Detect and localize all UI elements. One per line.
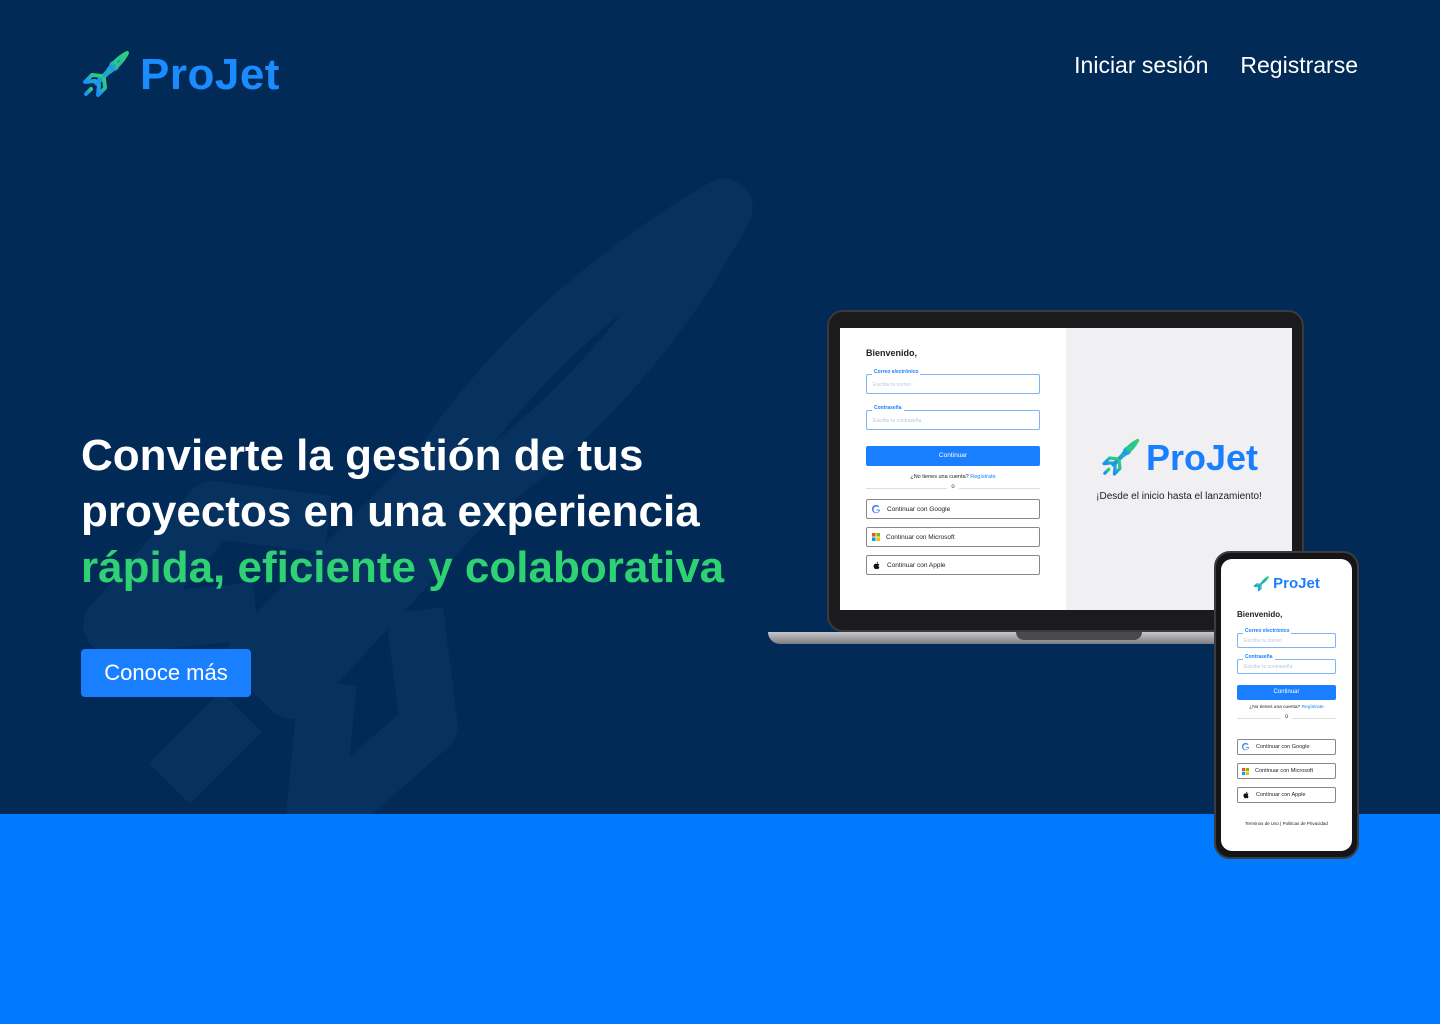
- phone-email-placeholder: Escribe tu correo: [1244, 638, 1282, 644]
- phone-brand-name: ProJet: [1273, 575, 1320, 592]
- phone-welcome-title: Bienvenido,: [1237, 610, 1283, 619]
- signup-prompt: ¿No tienes una cuenta? Regístrate: [866, 474, 1040, 480]
- phone-email-label: Correo electrónico: [1243, 628, 1292, 634]
- headline-line-1: Convierte la gestión de tus: [81, 431, 644, 480]
- phone-signup-prompt: ¿No tienes una cuenta? Regístrate: [1237, 705, 1336, 710]
- laptop-brand: ProJet: [1100, 437, 1258, 479]
- apple-icon: [1243, 791, 1249, 799]
- phone-microsoft-button: Continuar con Microsoft: [1237, 763, 1336, 779]
- apple-icon: [873, 561, 880, 569]
- phone-register-link: Regístrate: [1301, 705, 1324, 710]
- microsoft-label: Continuar con Microsoft: [886, 533, 955, 541]
- laptop-brand-name: ProJet: [1145, 436, 1259, 478]
- google-icon: [1242, 743, 1250, 751]
- phone-or-text: o: [1280, 714, 1293, 720]
- apple-label: Continuar con Apple: [887, 561, 946, 569]
- phone-email-field: Correo electrónico Escribe tu correo: [1237, 628, 1336, 648]
- phone-password-label: Contraseña: [1243, 654, 1275, 660]
- phone-microsoft-label: Continuar con Microsoft: [1255, 768, 1314, 774]
- continue-button: Continuar: [866, 446, 1040, 466]
- phone-mockup: ProJet Bienvenido, Correo electrónico Es…: [1214, 551, 1359, 859]
- headline-line-2: proyectos en una experiencia: [81, 487, 700, 536]
- email-label: Correo electrónico: [872, 369, 921, 375]
- phone-brand: ProJet: [1237, 575, 1336, 592]
- rocket-icon: [1253, 575, 1269, 591]
- google-button: Continuar con Google: [866, 499, 1040, 519]
- login-link[interactable]: Iniciar sesión: [1074, 52, 1208, 79]
- headline-line-3: rápida, eficiente y colaborativa: [81, 543, 725, 592]
- hero-headline: Convierte la gestión de tus proyectos en…: [81, 428, 761, 596]
- phone-screen: ProJet Bienvenido, Correo electrónico Es…: [1221, 559, 1352, 851]
- phone-footer: Terminos de Uso | Politicas de Privacida…: [1245, 821, 1328, 826]
- top-nav: Iniciar sesión Registrarse: [1074, 52, 1358, 79]
- or-divider: o: [866, 484, 1040, 490]
- google-icon: [872, 504, 881, 513]
- learn-more-button[interactable]: Conoce más: [81, 649, 251, 697]
- phone-apple-label: Continuar con Apple: [1256, 792, 1306, 798]
- rocket-icon: [83, 51, 129, 97]
- phone-continue-button: Continuar: [1237, 685, 1336, 700]
- phone-apple-button: Continuar con Apple: [1237, 787, 1336, 803]
- rocket-icon: [1102, 438, 1140, 476]
- phone-password-placeholder: Escribe tu contraseña: [1244, 664, 1293, 670]
- laptop-notch: [1016, 632, 1142, 640]
- phone-google-button: Continuar con Google: [1237, 739, 1336, 755]
- or-text: o: [947, 484, 959, 490]
- no-account-text: ¿No tienes una cuenta?: [910, 474, 969, 480]
- phone-password-field: Contraseña Escribe tu contraseña: [1237, 654, 1336, 674]
- brand-name: ProJet: [140, 50, 280, 99]
- brand-logo[interactable]: ProJet: [80, 50, 280, 100]
- phone-google-label: Continuar con Google: [1256, 744, 1310, 750]
- password-field: Contraseña Escribe tu contraseña: [866, 405, 1040, 430]
- microsoft-button: Continuar con Microsoft: [866, 527, 1040, 547]
- password-placeholder: Escribe tu contraseña: [873, 418, 922, 424]
- register-link[interactable]: Registrarse: [1240, 52, 1358, 79]
- phone-no-account-text: ¿No tienes una cuenta?: [1249, 705, 1301, 710]
- google-label: Continuar con Google: [887, 505, 951, 513]
- microsoft-icon: [1242, 767, 1249, 775]
- phone-or-divider: o: [1237, 714, 1336, 720]
- register-link-mock: Regístrate: [970, 474, 996, 480]
- tagline: ¡Desde el inicio hasta el lanzamiento!: [1096, 490, 1262, 502]
- welcome-title: Bienvenido,: [866, 348, 918, 358]
- password-label: Contraseña: [872, 405, 904, 411]
- apple-button: Continuar con Apple: [866, 555, 1040, 575]
- email-placeholder: Escribe tu correo: [873, 382, 911, 388]
- laptop-login-form: Bienvenido, Correo electrónico Escribe t…: [840, 328, 1066, 610]
- email-field: Correo electrónico Escribe tu correo: [866, 369, 1040, 394]
- microsoft-icon: [872, 533, 880, 541]
